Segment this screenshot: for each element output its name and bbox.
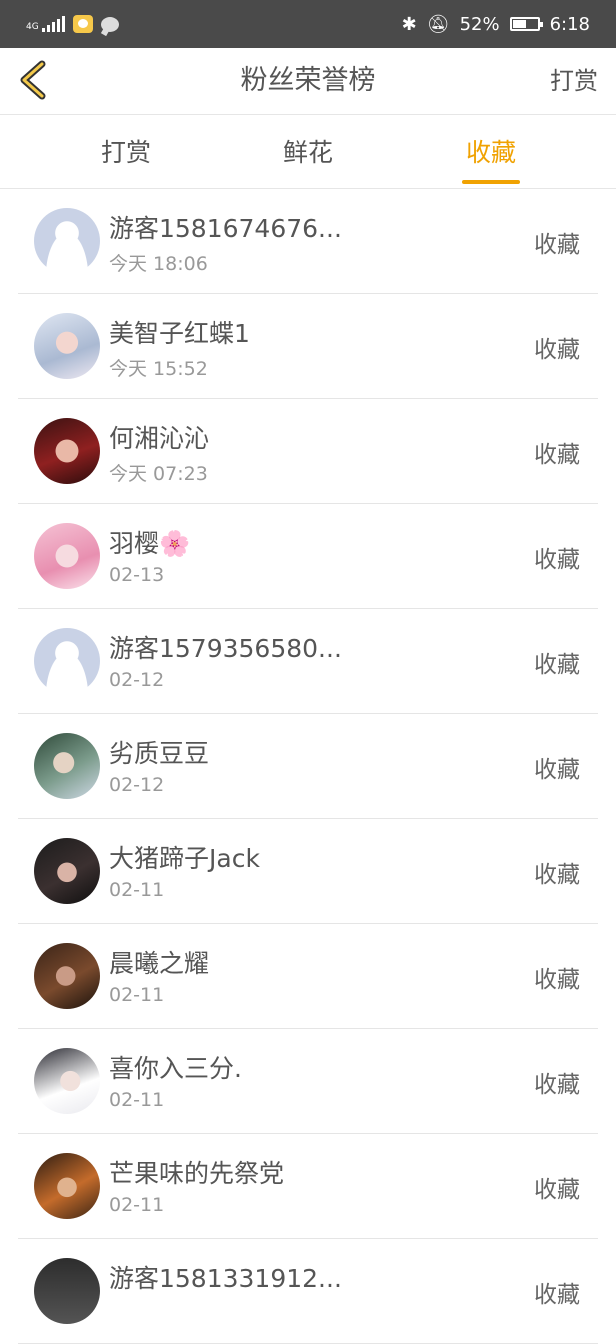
avatar: [34, 628, 100, 694]
type-label: 收藏: [534, 337, 580, 363]
avatar: [34, 208, 100, 274]
status-bar: 4G ✱ 🔕︎ 52% 6:18: [0, 0, 616, 48]
avatar: [34, 523, 100, 589]
user-name: 游客1579356580...: [109, 634, 342, 663]
avatar: [34, 1048, 100, 1114]
item-date: 今天 07:23: [109, 463, 208, 485]
list-item[interactable]: 喜你入三分. 02-11 收藏: [18, 1029, 598, 1134]
avatar: [34, 943, 100, 1009]
list-item[interactable]: 晨曦之耀 02-11 收藏: [18, 924, 598, 1029]
list-item[interactable]: 劣质豆豆 02-12 收藏: [18, 714, 598, 819]
list-item[interactable]: 游客1581331912... 收藏: [18, 1239, 598, 1344]
user-name: 美智子红蝶1: [109, 319, 250, 348]
list-item[interactable]: 美智子红蝶1 今天 15:52 收藏: [18, 294, 598, 399]
header: 粉丝荣誉榜 打赏: [0, 48, 616, 115]
user-name: 何湘沁沁: [109, 424, 210, 453]
item-date: 02-11: [109, 1089, 165, 1111]
avatar: [34, 838, 100, 904]
network-type: 4G: [26, 22, 39, 32]
avatar: [34, 1258, 100, 1324]
user-name: 晨曦之耀: [109, 949, 210, 978]
chevron-left-icon: [20, 60, 46, 100]
reward-button[interactable]: 打赏: [550, 48, 598, 114]
user-name: 芒果味的先祭党: [109, 1159, 285, 1188]
user-name: 羽樱🌸: [109, 529, 191, 558]
type-label: 收藏: [534, 442, 580, 468]
item-date: 02-11: [109, 1194, 165, 1216]
signal-icon: 4G: [26, 16, 65, 32]
list-item[interactable]: 游客1579356580... 02-12 收藏: [18, 609, 598, 714]
back-button[interactable]: [18, 60, 48, 100]
avatar: [34, 1153, 100, 1219]
type-label: 收藏: [534, 232, 580, 258]
item-date: 02-13: [109, 564, 165, 586]
bluetooth-icon: ✱: [401, 13, 417, 35]
type-label: 收藏: [534, 1177, 580, 1203]
item-date: 02-11: [109, 879, 165, 901]
user-name: 喜你入三分.: [109, 1054, 242, 1083]
list-item[interactable]: 大猪蹄子Jack 02-11 收藏: [18, 819, 598, 924]
user-name: 大猪蹄子Jack: [109, 844, 260, 873]
item-date: 02-11: [109, 984, 165, 1006]
tab-reward[interactable]: 打赏: [78, 115, 174, 188]
avatar: [34, 313, 100, 379]
battery-icon: [509, 17, 543, 31]
list-item[interactable]: 羽樱🌸 02-13 收藏: [18, 504, 598, 609]
user-name: 游客1581331912...: [109, 1264, 342, 1293]
list-item[interactable]: 芒果味的先祭党 02-11 收藏: [18, 1134, 598, 1239]
avatar: [34, 733, 100, 799]
type-label: 收藏: [534, 862, 580, 888]
user-name: 游客1581674676...: [109, 214, 342, 243]
active-tab-indicator: [462, 180, 520, 184]
item-date: 今天 15:52: [109, 358, 208, 380]
fan-list: 游客1581674676... 今天 18:06 收藏 美智子红蝶1 今天 15…: [0, 189, 616, 1344]
item-date: 02-12: [109, 774, 165, 796]
type-label: 收藏: [534, 652, 580, 678]
tab-favorites[interactable]: 收藏: [443, 115, 539, 188]
item-date: 今天 18:06: [109, 253, 208, 275]
user-name: 劣质豆豆: [109, 739, 210, 768]
message-icon: [100, 16, 119, 32]
item-date: 02-12: [109, 669, 165, 691]
avatar: [34, 418, 100, 484]
tab-label: 收藏: [465, 138, 516, 167]
tab-label: 打赏: [100, 138, 151, 167]
type-label: 收藏: [534, 1282, 580, 1308]
type-label: 收藏: [534, 1072, 580, 1098]
app-notification-icon: [72, 15, 93, 33]
type-label: 收藏: [534, 967, 580, 993]
tab-label: 鲜花: [282, 138, 333, 167]
type-label: 收藏: [534, 547, 580, 573]
list-item[interactable]: 游客1581674676... 今天 18:06 收藏: [18, 189, 598, 294]
tab-flowers[interactable]: 鲜花: [260, 115, 356, 188]
battery-percent: 52%: [459, 13, 500, 35]
type-label: 收藏: [534, 757, 580, 783]
list-item[interactable]: 何湘沁沁 今天 07:23 收藏: [18, 399, 598, 504]
tab-bar: 打赏 鲜花 收藏: [0, 115, 616, 189]
clock: 6:18: [549, 13, 590, 35]
mute-bell-icon: 🔕︎: [426, 13, 450, 35]
page-title: 粉丝荣誉榜: [240, 65, 376, 96]
